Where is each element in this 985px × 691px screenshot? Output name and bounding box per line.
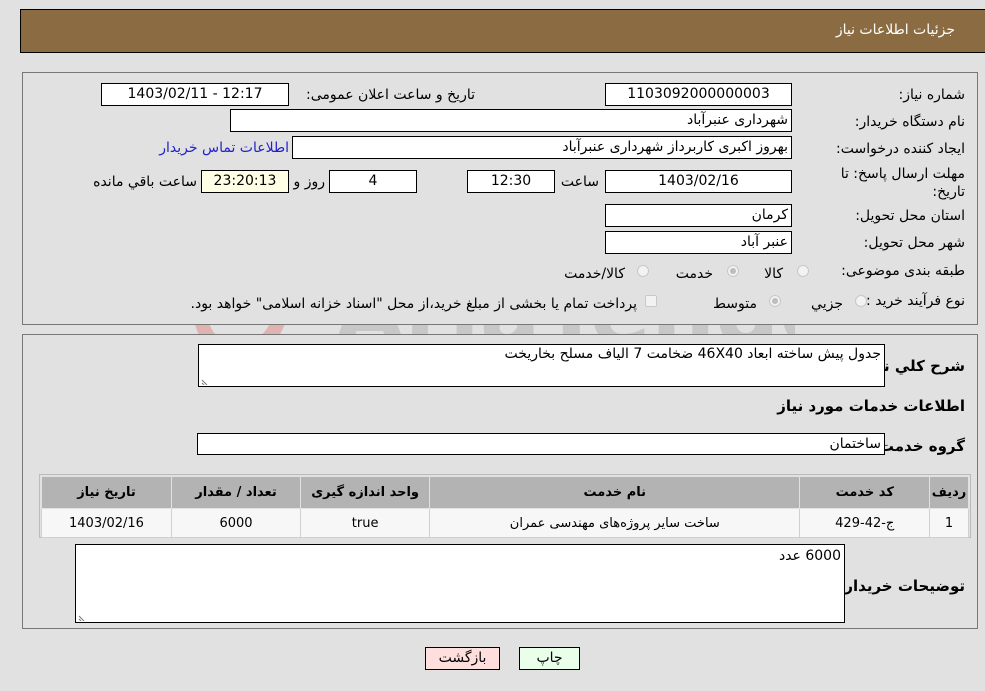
col-service-code: کد خدمت	[799, 476, 931, 509]
category-option-service: خدمت	[675, 266, 713, 282]
purchase-radio-medium[interactable]	[769, 295, 781, 307]
category-radio-goods-service[interactable]	[637, 265, 649, 277]
resize-grip-icon[interactable]	[78, 613, 86, 621]
province-label: استان محل تحویل:	[855, 208, 965, 224]
cell-unit: true	[300, 508, 431, 538]
province-field: کرمان	[605, 204, 792, 227]
need-number-field: 1103092000000003	[605, 83, 792, 106]
service-group-label: گروه خدمت:	[872, 437, 965, 455]
treasury-note: پرداخت تمام یا بخشی از مبلغ خرید،از محل …	[190, 296, 637, 312]
requester-label: ایجاد کننده درخواست:	[836, 141, 965, 157]
deadline-time-label: ساعت	[560, 174, 599, 190]
col-quantity: تعداد / مقدار	[170, 476, 302, 509]
need-number-label: شماره نیاز:	[898, 87, 966, 103]
summary-text: جدول پیش ساخته ابعاد 46X40 ضخامت 7 الیاف…	[504, 346, 881, 362]
cell-row-number: 1	[929, 508, 969, 538]
category-option-goods-service: کالا/خدمت	[564, 266, 625, 282]
deadline-date-field: 1403/02/16	[605, 170, 792, 193]
need-details-panel: شماره نیاز: 1103092000000003 تاریخ و ساع…	[22, 72, 978, 325]
announce-datetime-label: تاریخ و ساعت اعلان عمومی:	[306, 87, 475, 103]
back-button[interactable]: بازگشت	[425, 647, 500, 670]
purchase-option-medium: متوسط	[713, 296, 757, 312]
service-group-field: ساختمان	[197, 433, 885, 455]
summary-textarea[interactable]: جدول پیش ساخته ابعاد 46X40 ضخامت 7 الیاف…	[198, 344, 885, 387]
deadline-time-field: 12:30	[467, 170, 555, 193]
category-option-goods: کالا	[764, 266, 783, 282]
remaining-label: ساعت باقي مانده	[93, 174, 197, 190]
page-title: جزئیات اطلاعات نیاز	[835, 22, 955, 38]
category-radio-service[interactable]	[727, 265, 739, 277]
city-field: عنبر آباد	[605, 231, 792, 254]
requester-field: بهروز اکبری کاربرداز شهرداری عنبرآباد	[292, 136, 792, 159]
purchase-radio-minor[interactable]	[855, 295, 867, 307]
resize-grip-icon[interactable]	[201, 377, 209, 385]
city-label: شهر محل تحویل:	[863, 235, 965, 251]
page-header: جزئیات اطلاعات نیاز	[20, 9, 985, 53]
buyer-org-field: شهرداری عنبرآباد	[230, 109, 792, 132]
category-radio-goods[interactable]	[797, 265, 809, 277]
col-service-name: نام خدمت	[429, 476, 801, 509]
services-section-title: اطلاعات خدمات مورد نیاز	[777, 397, 965, 415]
buyer-notes-textarea[interactable]: 6000 عدد	[75, 544, 845, 623]
purchase-option-minor: جزیي	[811, 296, 843, 312]
buyer-org-label: نام دستگاه خریدار:	[854, 114, 965, 130]
cell-need-date: 1403/02/16	[41, 508, 172, 538]
col-row-number: ردیف	[929, 476, 969, 509]
table-header-row: ردیف کد خدمت نام خدمت واحد اندازه گیری ت…	[41, 476, 969, 509]
category-label: طبقه بندی موضوعی:	[841, 263, 965, 279]
services-panel: شرح كلي نياز: جدول پیش ساخته ابعاد 46X40…	[22, 334, 978, 629]
cell-quantity: 6000	[170, 508, 302, 538]
treasury-checkbox[interactable]	[645, 295, 657, 307]
deadline-label: مهلت ارسال پاسخ: تا تاریخ:	[840, 166, 965, 200]
purchase-type-label: نوع فرآیند خرید :	[866, 293, 965, 309]
services-table: ردیف کد خدمت نام خدمت واحد اندازه گیری ت…	[41, 476, 969, 538]
announce-datetime-field: 1403/02/11 - 12:17	[101, 83, 289, 106]
cell-service-code: ج-42-429	[799, 508, 931, 538]
remaining-days-field: 4	[329, 170, 417, 193]
print-button[interactable]: چاپ	[519, 647, 580, 670]
days-label: روز و	[293, 174, 326, 190]
table-row: 1 ج-42-429 ساخت سایر پروژه‌های مهندسی عم…	[41, 508, 969, 538]
buyer-notes-text: 6000 عدد	[778, 548, 841, 564]
remaining-time-field: 23:20:13	[201, 170, 289, 193]
buyer-notes-label: توضیحات خریدار:	[838, 577, 965, 595]
cell-service-name: ساخت سایر پروژه‌های مهندسی عمران	[429, 508, 801, 538]
buyer-contact-link[interactable]: اطلاعات تماس خریدار	[159, 140, 289, 156]
col-unit: واحد اندازه گیری	[300, 476, 431, 509]
col-need-date: تاریخ نیاز	[41, 476, 172, 509]
